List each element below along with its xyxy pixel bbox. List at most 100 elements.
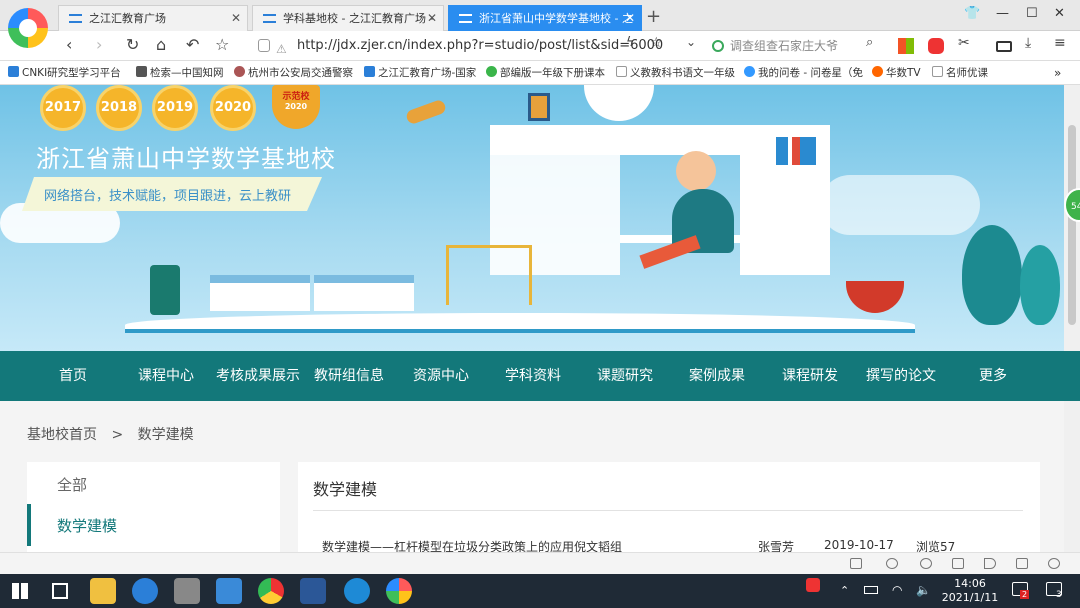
window-icon[interactable]: [1016, 558, 1028, 569]
category-math-modeling[interactable]: 数学建模: [27, 504, 280, 546]
tab-subject-base[interactable]: 学科基地校 - 之江汇教育广场 - ✕: [252, 5, 444, 31]
reload-icon[interactable]: ↻: [126, 35, 139, 54]
browser-logo-icon[interactable]: [8, 8, 48, 48]
speaker-icon[interactable]: 🔈: [916, 583, 931, 597]
close-tab-icon[interactable]: ✕: [231, 6, 241, 31]
lamp-illustration: [584, 85, 654, 121]
nav-course-dev[interactable]: 课程研发: [782, 351, 838, 401]
windows-start-icon[interactable]: [12, 583, 28, 599]
nav-subject-materials[interactable]: 学科资料: [505, 351, 561, 401]
nav-assessment[interactable]: 考核成果展示: [216, 351, 300, 401]
wifi-icon[interactable]: ◠: [892, 583, 902, 597]
chevron-down-icon[interactable]: ⌄: [686, 35, 696, 49]
year-medal: 2020: [210, 85, 256, 131]
skin-icon[interactable]: 👕: [964, 6, 980, 21]
game-icon[interactable]: [928, 38, 944, 54]
trash-icon[interactable]: [952, 558, 964, 569]
app-icon[interactable]: [344, 578, 370, 604]
message-count-badge: 2: [1020, 590, 1030, 599]
apps-icon[interactable]: [898, 38, 914, 54]
flowerpot-illustration: [846, 281, 904, 313]
bookmark-item[interactable]: 名师优课: [932, 61, 988, 85]
breadcrumb-home[interactable]: 基地校首页: [27, 427, 97, 443]
person-illustration: [676, 151, 716, 191]
nav-cases[interactable]: 案例成果: [689, 351, 745, 401]
vertical-scrollbar[interactable]: [1064, 85, 1080, 552]
nav-papers[interactable]: 撰写的论文: [866, 351, 936, 401]
word-icon[interactable]: [300, 578, 326, 604]
bookmark-item[interactable]: 我的问卷 - 问卷星（免: [744, 61, 863, 85]
cabinet-illustration: [314, 275, 414, 311]
year-medal: 2018: [96, 85, 142, 131]
back-icon[interactable]: ‹: [66, 35, 72, 54]
close-window-icon[interactable]: ✕: [1054, 6, 1065, 21]
app-icon[interactable]: [174, 578, 200, 604]
tray-chevron-icon[interactable]: ⌃: [840, 584, 849, 597]
main-nav: 首页 课程中心 考核成果展示 教研组信息 资源中心 学科资料 课题研究 案例成果…: [0, 351, 1080, 401]
app-icon[interactable]: [216, 578, 242, 604]
download-icon[interactable]: ⤓: [1025, 35, 1031, 51]
close-tab-icon[interactable]: ✕: [427, 6, 437, 31]
home-icon[interactable]: ⌂: [156, 35, 166, 54]
bookmark-item[interactable]: 华数TV: [872, 61, 921, 85]
browser-taskbar-icon[interactable]: [386, 578, 412, 604]
app-icon[interactable]: [132, 578, 158, 604]
search-input[interactable]: 调查组查石家庄大爷: [706, 35, 886, 57]
menu-icon[interactable]: ≡: [1054, 35, 1066, 51]
bookmark-icon: [744, 66, 755, 77]
nav-home[interactable]: 首页: [59, 351, 87, 401]
bookmark-item[interactable]: 杭州市公安局交通警察: [234, 61, 353, 85]
divider: [313, 510, 1023, 511]
favorite-star-icon[interactable]: ☆: [215, 35, 229, 54]
speed-icon[interactable]: [920, 558, 932, 569]
tab-zhijianghui[interactable]: 之江汇教育广场 ✕: [58, 5, 248, 31]
search-icon[interactable]: ⌕: [866, 35, 873, 50]
forward-icon[interactable]: ›: [96, 35, 102, 54]
notification-count-badge: 3: [1056, 590, 1062, 600]
lightning-icon[interactable]: ϟ: [626, 35, 635, 50]
battery-icon[interactable]: [996, 41, 1012, 52]
category-all[interactable]: 全部: [57, 474, 87, 495]
close-tab-icon[interactable]: ✕: [625, 6, 635, 31]
tree-illustration: [1020, 245, 1060, 325]
bookmark-item[interactable]: CNKI研究型学习平台: [8, 61, 121, 85]
nav-research[interactable]: 课题研究: [597, 351, 653, 401]
image-icon[interactable]: [850, 558, 862, 569]
minimize-icon[interactable]: —: [996, 6, 1009, 21]
nav-courses[interactable]: 课程中心: [138, 351, 194, 401]
nav-teaching-group[interactable]: 教研组信息: [314, 351, 384, 401]
post-list-panel: 数学建模 数学建模——杠杆模型在垃圾分类政策上的应用倪文韬组 张雪芳 2019-…: [298, 462, 1040, 557]
bookmarks-bar: CNKI研究型学习平台 检索—中国知网 杭州市公安局交通警察 之江汇教育广场-国…: [0, 61, 1080, 85]
nav-resources[interactable]: 资源中心: [413, 351, 469, 401]
nav-more[interactable]: 更多: [979, 351, 1007, 401]
cloud-decoration: [820, 175, 980, 235]
year-medal: 2019: [152, 85, 198, 131]
undo-close-icon[interactable]: ↶: [186, 35, 199, 54]
rocket-icon[interactable]: [886, 558, 898, 569]
tab-xiaoshan-math[interactable]: 浙江省萧山中学数学基地校 - 之 ✕: [448, 5, 642, 31]
browser-status-bar: [0, 552, 1080, 574]
chrome-icon[interactable]: [258, 578, 284, 604]
bookmark-icon: [8, 66, 19, 77]
bookmark-item[interactable]: 义教教科书语文一年级: [616, 61, 735, 85]
airplane-illustration: [404, 98, 448, 126]
bookmark-item[interactable]: 检索—中国知网: [136, 61, 224, 85]
zoom-icon[interactable]: [1048, 558, 1060, 569]
new-tab-icon[interactable]: +: [646, 6, 661, 27]
site-favicon-icon: [69, 14, 82, 23]
file-explorer-icon[interactable]: [90, 578, 116, 604]
system-clock[interactable]: 14:06 2021/1/11: [940, 577, 1000, 605]
bookmark-star-icon[interactable]: ☆: [650, 35, 663, 51]
scrollbar-thumb[interactable]: [1068, 125, 1076, 325]
bookmark-item[interactable]: 之江汇教育广场-国家: [364, 61, 476, 85]
task-view-icon[interactable]: [52, 583, 68, 599]
volume-icon[interactable]: [984, 558, 996, 569]
maximize-icon[interactable]: ☐: [1026, 6, 1038, 21]
site-favicon-icon: [459, 14, 472, 23]
more-bookmarks-icon[interactable]: »: [1054, 61, 1061, 85]
scissors-icon[interactable]: ✂: [958, 35, 970, 51]
cabinet-illustration: [210, 275, 310, 311]
sogou-icon[interactable]: [806, 578, 820, 592]
bookmark-item[interactable]: 部编版一年级下册课本: [486, 61, 605, 85]
battery-tray-icon[interactable]: [864, 586, 878, 594]
